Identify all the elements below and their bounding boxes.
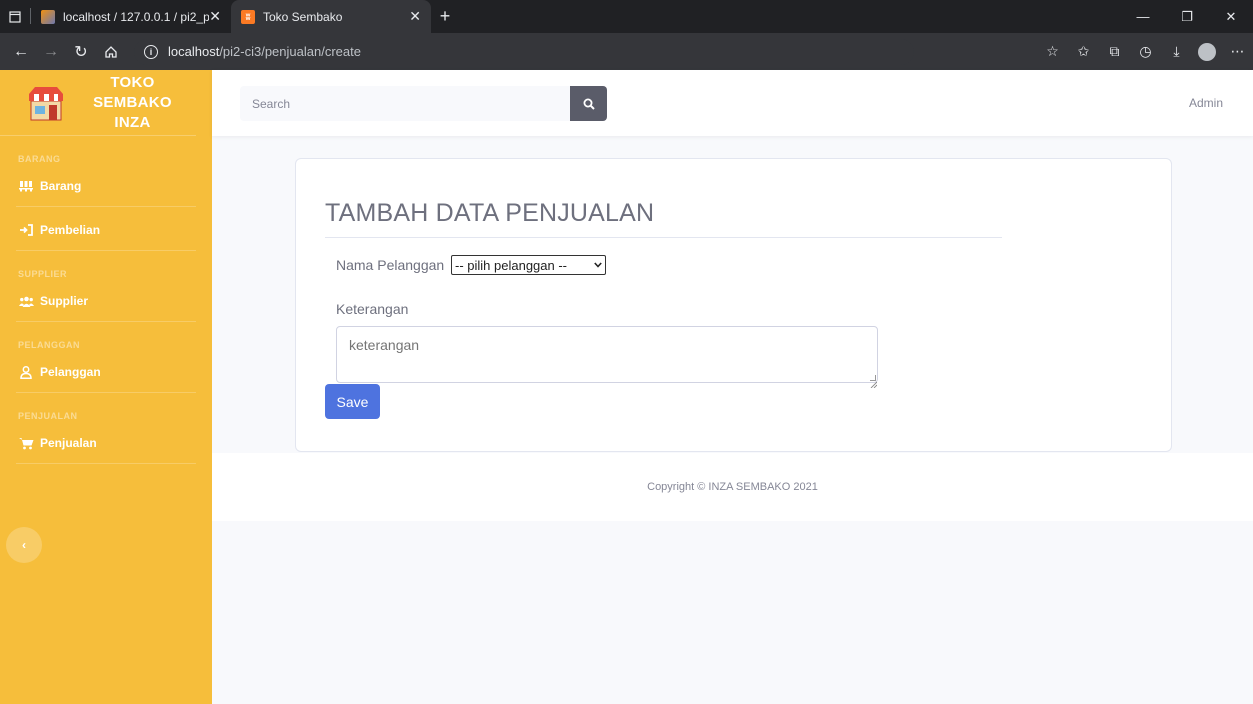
home-icon[interactable] <box>96 33 126 70</box>
topbar: Admin <box>212 70 1253 136</box>
resize-grip-icon[interactable] <box>870 375 878 389</box>
sidebar-heading-barang: BARANG <box>18 154 61 164</box>
sidebar: TOKO SEMBAKO INZA BARANG Barang Pembelia… <box>0 70 212 704</box>
sidebar-item-label: Barang <box>40 179 82 193</box>
cart-icon <box>18 437 34 450</box>
url-bar[interactable]: i localhost/pi2-ci3/penjualan/create <box>134 38 914 65</box>
back-icon[interactable]: ← <box>6 33 36 70</box>
browser-tab-toko-sembako[interactable]: ʬ Toko Sembako ✕ <box>231 0 431 33</box>
add-favorite-icon[interactable]: ☆ <box>1037 33 1068 70</box>
history-icon[interactable]: ◷ <box>1130 33 1161 70</box>
tab-title: localhost / 127.0.0.1 / pi2_penjua <box>63 9 210 24</box>
customer-select-value: -- pilih pelanggan -- <box>455 257 568 273</box>
store-logo-icon <box>27 84 65 122</box>
brand-name: TOKO SEMBAKO <box>93 73 172 111</box>
page-title: TAMBAH DATA PENJUALAN <box>325 199 655 227</box>
collections-icon[interactable]: ⧉ <box>1099 33 1130 70</box>
url-host: localhost <box>168 44 220 59</box>
footer: Copyright © INZA SEMBAKO 2021 <box>212 453 1253 521</box>
users-icon <box>18 296 34 307</box>
downloads-icon[interactable]: ⤓ <box>1161 33 1192 70</box>
pallet-icon <box>18 180 34 192</box>
sidebar-item-pelanggan[interactable]: Pelanggan <box>0 352 212 392</box>
search-icon <box>583 98 595 110</box>
customer-select[interactable]: -- pilih pelanggan -- <box>451 255 606 275</box>
browser-address-bar: ← → ↻ i localhost/pi2-ci3/penjualan/crea… <box>0 33 1253 70</box>
note-textarea[interactable] <box>336 326 878 383</box>
user-icon <box>18 365 34 379</box>
restore-icon[interactable]: ❐ <box>1165 0 1209 33</box>
close-tab-icon[interactable]: ✕ <box>209 8 221 25</box>
close-tab-icon[interactable]: ✕ <box>409 8 421 25</box>
customer-label: Nama Pelanggan <box>336 257 445 273</box>
xampp-icon: ʬ <box>241 9 255 24</box>
sidebar-item-label: Penjualan <box>40 436 97 450</box>
new-tab-button[interactable]: + <box>431 0 459 33</box>
sidebar-brand[interactable]: TOKO SEMBAKO INZA <box>0 70 196 136</box>
browser-toolbar: ☆ ✩ ⧉ ◷ ⤓ ⋯ <box>1037 33 1253 70</box>
url-path: /pi2-ci3/penjualan/create <box>219 44 361 59</box>
search-input[interactable] <box>240 86 570 121</box>
sidebar-item-pembelian[interactable]: Pembelian <box>0 210 212 250</box>
form-card: TAMBAH DATA PENJUALAN Nama Pelanggan -- … <box>295 158 1172 452</box>
copyright-text: Copyright © INZA SEMBAKO 2021 <box>647 481 818 493</box>
sidebar-divider <box>16 392 196 393</box>
forward-icon[interactable]: → <box>36 33 66 70</box>
favorites-icon[interactable]: ✩ <box>1068 33 1099 70</box>
tab-title: Toko Sembako <box>263 9 343 24</box>
sidebar-divider <box>16 463 196 464</box>
browser-tab-strip: localhost / 127.0.0.1 / pi2_penjua ✕ ʬ T… <box>0 0 1253 33</box>
title-divider <box>325 237 1002 238</box>
sidebar-heading-penjualan: PENJUALAN <box>18 411 78 421</box>
brand-subname: INZA <box>114 113 151 131</box>
site-info-icon[interactable]: i <box>144 44 158 59</box>
minimize-icon[interactable]: — <box>1121 0 1165 33</box>
sidebar-divider <box>16 206 196 207</box>
tab-actions-icon[interactable] <box>0 0 30 33</box>
window-controls: — ❐ ✕ <box>1121 0 1253 33</box>
search-button[interactable] <box>570 86 607 121</box>
more-menu-icon[interactable]: ⋯ <box>1222 33 1253 70</box>
sidebar-heading-supplier: SUPPLIER <box>18 269 68 279</box>
note-label: Keterangan <box>336 301 409 317</box>
sidebar-item-label: Supplier <box>40 294 89 308</box>
sidebar-item-barang[interactable]: Barang <box>0 166 212 206</box>
phpmyadmin-icon <box>41 9 55 24</box>
chevron-left-icon: ‹ <box>22 538 26 552</box>
browser-tab-phpmyadmin[interactable]: localhost / 127.0.0.1 / pi2_penjua ✕ <box>31 0 231 33</box>
sidebar-divider <box>16 321 196 322</box>
close-window-icon[interactable]: ✕ <box>1209 0 1253 33</box>
sidebar-heading-pelanggan: PELANGGAN <box>18 340 81 350</box>
sign-in-icon <box>18 224 34 236</box>
sidebar-item-label: Pembelian <box>40 223 101 237</box>
sidebar-item-penjualan[interactable]: Penjualan <box>0 423 212 463</box>
sidebar-item-label: Pelanggan <box>40 365 101 379</box>
profile-avatar[interactable] <box>1198 42 1216 61</box>
sidebar-toggle-button[interactable]: ‹ <box>6 527 42 563</box>
chevron-down-icon <box>594 260 602 270</box>
reload-icon[interactable]: ↻ <box>66 33 96 70</box>
save-button[interactable]: Save <box>325 384 380 419</box>
sidebar-item-supplier[interactable]: Supplier <box>0 281 212 321</box>
user-menu[interactable]: Admin <box>1189 96 1223 110</box>
sidebar-divider <box>16 250 196 251</box>
